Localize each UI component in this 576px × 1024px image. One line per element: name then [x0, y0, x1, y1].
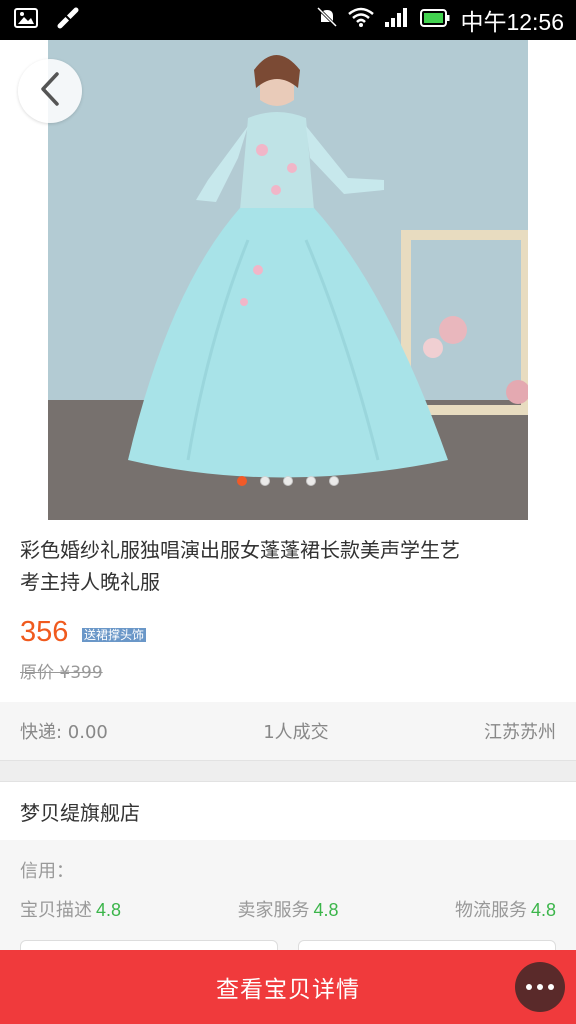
pagination-dot[interactable]	[329, 476, 339, 486]
rating-logistics: 物流服务 4.8	[454, 900, 556, 921]
mute-icon	[316, 6, 338, 34]
view-details-button[interactable]: 查看宝贝详情	[0, 950, 576, 1024]
image-icon	[14, 8, 38, 32]
product-info: 彩色婚纱礼服独唱演出服女蓬蓬裙长款美声学生艺考主持人晚礼服 356 送裙撑头饰 …	[0, 520, 576, 702]
back-button[interactable]	[18, 59, 82, 123]
chevron-left-icon	[39, 71, 61, 111]
ship-from-location: 江苏苏州	[483, 722, 556, 743]
shipping-sales-location: 快递: 0.00 1人成交 江苏苏州	[0, 702, 576, 760]
more-options-button[interactable]	[515, 962, 565, 1012]
product-image-gallery[interactable]	[0, 40, 576, 520]
shop-ratings: 宝贝描述 4.8 卖家服务 4.8 物流服务 4.8	[20, 896, 556, 922]
section-divider	[0, 760, 576, 782]
more-dots-icon	[526, 984, 532, 990]
shop-name[interactable]: 梦贝缇旗舰店	[20, 797, 140, 826]
wifi-icon	[348, 7, 375, 33]
rating-value: 4.8	[530, 900, 556, 920]
shop-header[interactable]: 梦贝缇旗舰店	[0, 782, 576, 840]
original-price: 原价 ¥399	[20, 663, 103, 683]
credit-label: 信用：	[20, 861, 74, 882]
rating-service: 卖家服务 4.8	[237, 900, 339, 921]
gallery-pagination	[0, 476, 576, 486]
pagination-dot[interactable]	[260, 476, 270, 486]
rating-value: 4.8	[96, 900, 122, 920]
shop-credit: 信用： 宝贝描述 4.8 卖家服务 4.8 物流服务 4.8	[0, 840, 576, 950]
usb-debug-icon	[56, 6, 80, 34]
promo-tag: 送裙撑头饰	[82, 628, 147, 642]
battery-icon	[420, 8, 450, 33]
product-photo	[48, 40, 528, 520]
product-title: 彩色婚纱礼服独唱演出服女蓬蓬裙长款美声学生艺考主持人晚礼服	[20, 538, 460, 594]
rating-value: 4.8	[313, 900, 339, 920]
pagination-dot[interactable]	[283, 476, 293, 486]
signal-icon	[384, 7, 410, 33]
clock: 中午12:56	[460, 9, 564, 35]
pagination-dot[interactable]	[306, 476, 316, 486]
pagination-dot-active[interactable]	[237, 476, 247, 486]
rating-description: 宝贝描述 4.8	[20, 900, 122, 921]
status-bar: 中午12:56	[0, 0, 576, 40]
product-price: 356	[20, 616, 69, 648]
shipping-fee: 快递: 0.00	[20, 722, 108, 743]
view-details-label: 查看宝贝详情	[216, 977, 360, 1003]
sales-count: 1人成交	[263, 722, 329, 743]
